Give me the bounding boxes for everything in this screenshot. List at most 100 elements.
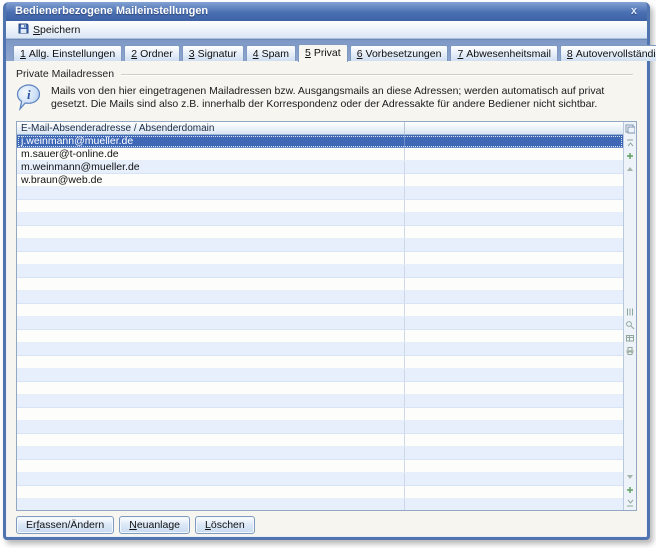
tab-vorbesetzungen[interactable]: 6Vorbesetzungen — [350, 45, 449, 61]
email-cell — [17, 486, 405, 498]
email-address-grid: E-Mail-Absenderadresse / Absenderdomain … — [16, 121, 637, 511]
action-buttons: Erfassen/Ändern Neuanlage Löschen — [16, 516, 637, 534]
strip-group-middle — [625, 306, 636, 356]
table-body: j.weinmann@mueller.dem.sauer@t-online.de… — [17, 135, 623, 510]
table-row[interactable] — [17, 239, 623, 252]
table-row[interactable] — [17, 434, 623, 447]
speichern-label: Speichern — [33, 24, 80, 36]
print-icon[interactable] — [625, 345, 636, 356]
table-row[interactable]: m.weinmann@mueller.de — [17, 161, 623, 174]
tab-allg-einstellungen[interactable]: 1Allg. Einstellungen — [13, 45, 122, 61]
email-cell — [17, 382, 405, 394]
table-row[interactable] — [17, 187, 623, 200]
table-row[interactable] — [17, 460, 623, 473]
table-row[interactable]: j.weinmann@mueller.de — [17, 135, 623, 148]
save-disk-icon — [18, 23, 29, 37]
table-row[interactable] — [17, 213, 623, 226]
tab-abwesenheitsmail[interactable]: 7Abwesenheitsmail — [450, 45, 557, 61]
tab-signatur[interactable]: 3Signatur — [182, 45, 244, 61]
table-row[interactable] — [17, 317, 623, 330]
tab-spam[interactable]: 4Spam — [246, 45, 296, 61]
email-cell — [17, 460, 405, 472]
scroll-up-icon[interactable] — [625, 163, 636, 174]
grid-header[interactable]: E-Mail-Absenderadresse / Absenderdomain — [17, 122, 623, 135]
table-row[interactable] — [17, 421, 623, 434]
email-cell: m.weinmann@mueller.de — [17, 161, 405, 173]
email-cell — [17, 447, 405, 459]
email-cell — [17, 187, 405, 199]
info-panel: i Mails von den hier eingetragenen Maila… — [16, 83, 637, 116]
scroll-bottom-icon[interactable] — [625, 497, 636, 508]
email-cell — [17, 239, 405, 251]
email-cell — [17, 213, 405, 225]
groupbox-divider — [121, 74, 633, 75]
table-row[interactable] — [17, 356, 623, 369]
add-row-icon[interactable] — [625, 484, 636, 495]
tab-privat[interactable]: 5Privat — [298, 44, 348, 62]
email-cell — [17, 369, 405, 381]
column-header-email[interactable]: E-Mail-Absenderadresse / Absenderdomain — [17, 122, 405, 134]
titlebar[interactable]: Bedienerbezogene Maileinstellungen x — [6, 2, 647, 21]
table-row[interactable] — [17, 499, 623, 510]
table-row[interactable] — [17, 291, 623, 304]
window-title: Bedienerbezogene Maileinstellungen — [15, 5, 208, 17]
toolbar: Speichern — [6, 21, 647, 39]
email-cell: m.sauer@t-online.de — [17, 148, 405, 160]
table-row[interactable] — [17, 265, 623, 278]
table-row[interactable] — [17, 473, 623, 486]
email-cell — [17, 343, 405, 355]
dialog-window: Bedienerbezogene Maileinstellungen x Spe… — [3, 2, 650, 540]
table-row[interactable] — [17, 278, 623, 291]
grid-side-strip — [623, 122, 636, 510]
groupbox-label: Private Mailadressen — [16, 68, 114, 80]
info-text: Mails von den hier eingetragenen Mailadr… — [51, 83, 604, 116]
table-row[interactable]: m.sauer@t-online.de — [17, 148, 623, 161]
scroll-top-icon[interactable] — [625, 137, 636, 148]
strip-group-top — [625, 137, 636, 174]
table-row[interactable] — [17, 486, 623, 499]
table-row[interactable] — [17, 447, 623, 460]
email-cell — [17, 291, 405, 303]
email-cell — [17, 304, 405, 316]
table-row[interactable] — [17, 304, 623, 317]
table-row[interactable] — [17, 382, 623, 395]
speichern-button[interactable]: Speichern — [13, 21, 85, 39]
add-icon[interactable] — [625, 150, 636, 161]
email-cell — [17, 317, 405, 329]
tab-panel-privat: Private Mailadressen i Mails von den hie… — [6, 61, 647, 537]
neuanlage-button[interactable]: Neuanlage — [119, 516, 190, 534]
table-row[interactable] — [17, 408, 623, 421]
email-cell — [17, 499, 405, 510]
email-cell — [17, 434, 405, 446]
strip-group-bottom — [625, 471, 636, 508]
svg-text:i: i — [27, 87, 31, 102]
email-cell — [17, 252, 405, 264]
table-row[interactable] — [17, 226, 623, 239]
email-cell — [17, 395, 405, 407]
email-cell — [17, 200, 405, 212]
grid-settings-icon[interactable] — [625, 123, 636, 134]
scroll-down-icon[interactable] — [625, 471, 636, 482]
table-row[interactable] — [17, 200, 623, 213]
loeschen-button[interactable]: Löschen — [195, 516, 255, 534]
email-cell — [17, 226, 405, 238]
columns-icon[interactable] — [625, 306, 636, 317]
email-cell — [17, 356, 405, 368]
email-cell — [17, 278, 405, 290]
email-cell: w.braun@web.de — [17, 174, 405, 186]
tab-autovervollständigung[interactable]: 8Autovervollständigung — [560, 45, 656, 61]
table-row[interactable] — [17, 369, 623, 382]
table-row[interactable] — [17, 343, 623, 356]
export-icon[interactable] — [625, 332, 636, 343]
tab-ordner[interactable]: 2Ordner — [124, 45, 180, 61]
table-row[interactable]: w.braun@web.de — [17, 174, 623, 187]
table-row[interactable] — [17, 252, 623, 265]
close-icon[interactable]: x — [631, 2, 637, 21]
email-cell — [17, 408, 405, 420]
erfassen-aendern-button[interactable]: Erfassen/Ändern — [16, 516, 114, 534]
table-row[interactable] — [17, 330, 623, 343]
email-cell — [17, 265, 405, 277]
search-icon[interactable] — [625, 319, 636, 330]
table-row[interactable] — [17, 395, 623, 408]
email-cell: j.weinmann@mueller.de — [17, 135, 405, 147]
